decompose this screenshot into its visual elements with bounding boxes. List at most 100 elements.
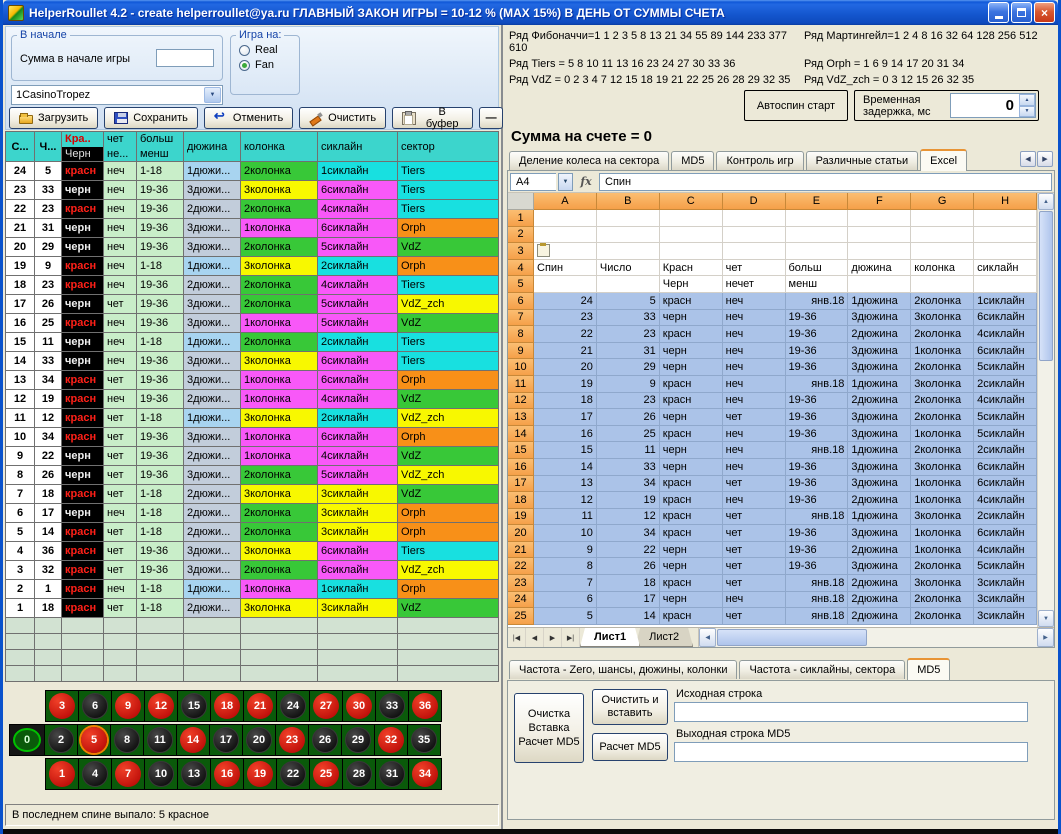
- cell-E10[interactable]: 19-36: [786, 359, 849, 376]
- cell-G1[interactable]: [911, 210, 974, 227]
- board-cell-19[interactable]: 19: [243, 758, 277, 790]
- cell-D12[interactable]: неч: [723, 393, 786, 410]
- row-header-17[interactable]: 17: [508, 476, 534, 493]
- cell-F4[interactable]: дюжина: [848, 260, 911, 277]
- column-header-H[interactable]: H: [974, 193, 1037, 210]
- cell-H13[interactable]: 5сиклайн: [974, 409, 1037, 426]
- cell-B21[interactable]: 22: [597, 542, 660, 559]
- cell-H2[interactable]: [974, 227, 1037, 244]
- cell-C23[interactable]: красн: [660, 575, 723, 592]
- row-header-14[interactable]: 14: [508, 426, 534, 443]
- cell-B14[interactable]: 25: [597, 426, 660, 443]
- cell-E19[interactable]: янв.18: [786, 509, 849, 526]
- board-cell-1[interactable]: 1: [45, 758, 79, 790]
- cell-E9[interactable]: 19-36: [786, 343, 849, 360]
- collapse-button[interactable]: —: [479, 107, 503, 129]
- tab-scroll-left-icon[interactable]: ◀: [1020, 151, 1036, 167]
- cell-C22[interactable]: черн: [660, 558, 723, 575]
- radio-fan[interactable]: Fan: [239, 59, 299, 71]
- cell-E20[interactable]: 19-36: [786, 525, 849, 542]
- column-header-D[interactable]: D: [723, 193, 786, 210]
- cell-D13[interactable]: чет: [723, 409, 786, 426]
- cell-D8[interactable]: неч: [723, 326, 786, 343]
- cell-H25[interactable]: 3сиклайн: [974, 608, 1037, 625]
- copy-to-buffer-button[interactable]: В буфер: [392, 107, 473, 129]
- board-cell-21[interactable]: 21: [243, 690, 277, 722]
- board-cell-32[interactable]: 32: [374, 724, 408, 756]
- tab-md5[interactable]: MD5: [907, 658, 950, 680]
- cell-C20[interactable]: красн: [660, 525, 723, 542]
- cell-D24[interactable]: неч: [723, 592, 786, 609]
- cell-A10[interactable]: 20: [534, 359, 597, 376]
- row-header-15[interactable]: 15: [508, 442, 534, 459]
- cell-B3[interactable]: [597, 243, 660, 260]
- cell-H21[interactable]: 4сиклайн: [974, 542, 1037, 559]
- cell-C5[interactable]: Черн: [660, 276, 723, 293]
- cell-B5[interactable]: [597, 276, 660, 293]
- board-cell-23[interactable]: 23: [275, 724, 309, 756]
- cell-A22[interactable]: 8: [534, 558, 597, 575]
- paste-options-icon[interactable]: [537, 244, 550, 257]
- cell-C19[interactable]: красн: [660, 509, 723, 526]
- cell-A7[interactable]: 23: [534, 310, 597, 327]
- select-all-corner[interactable]: [508, 193, 534, 210]
- spinner-up-button[interactable]: ▲: [1019, 94, 1035, 106]
- cell-D2[interactable]: [723, 227, 786, 244]
- cell-H18[interactable]: 4сиклайн: [974, 492, 1037, 509]
- cell-E6[interactable]: янв.18: [786, 293, 849, 310]
- cell-B16[interactable]: 33: [597, 459, 660, 476]
- cell-E13[interactable]: 19-36: [786, 409, 849, 426]
- board-cell-29[interactable]: 29: [341, 724, 375, 756]
- cell-F9[interactable]: 3дюжина: [848, 343, 911, 360]
- autospin-start-button[interactable]: Автоспин старт: [744, 90, 848, 121]
- cell-G10[interactable]: 2колонка: [911, 359, 974, 376]
- chevron-down-icon[interactable]: ▼: [204, 87, 221, 103]
- board-cell-33[interactable]: 33: [375, 690, 409, 722]
- board-cell-3[interactable]: 3: [45, 690, 79, 722]
- cell-A11[interactable]: 19: [534, 376, 597, 393]
- cell-D18[interactable]: неч: [723, 492, 786, 509]
- cell-A3[interactable]: [534, 243, 597, 260]
- cell-G25[interactable]: 2колонка: [911, 608, 974, 625]
- cell-G20[interactable]: 1колонка: [911, 525, 974, 542]
- hscroll-track[interactable]: [868, 628, 1037, 647]
- cell-D22[interactable]: чет: [723, 558, 786, 575]
- cell-H15[interactable]: 2сиклайн: [974, 442, 1037, 459]
- board-cell-20[interactable]: 20: [242, 724, 276, 756]
- formula-input[interactable]: Спин: [599, 173, 1052, 191]
- cell-F2[interactable]: [848, 227, 911, 244]
- board-cell-28[interactable]: 28: [342, 758, 376, 790]
- cell-G14[interactable]: 1колонка: [911, 426, 974, 443]
- row-header-12[interactable]: 12: [508, 393, 534, 410]
- fx-icon[interactable]: fx: [575, 175, 597, 188]
- sheet-first-icon[interactable]: |◀: [508, 628, 526, 647]
- row-header-19[interactable]: 19: [508, 509, 534, 526]
- board-cell-12[interactable]: 12: [144, 690, 178, 722]
- cell-E1[interactable]: [786, 210, 849, 227]
- board-cell-36[interactable]: 36: [408, 690, 442, 722]
- cell-G8[interactable]: 2колонка: [911, 326, 974, 343]
- cell-B19[interactable]: 12: [597, 509, 660, 526]
- md5-output-input[interactable]: [674, 742, 1028, 762]
- cell-C1[interactable]: [660, 210, 723, 227]
- row-header-21[interactable]: 21: [508, 542, 534, 559]
- row-header-25[interactable]: 25: [508, 608, 534, 625]
- cell-D14[interactable]: неч: [723, 426, 786, 443]
- excel-vertical-scrollbar[interactable]: ▲ ▼: [1037, 193, 1054, 627]
- cell-D25[interactable]: чет: [723, 608, 786, 625]
- cell-F8[interactable]: 2дюжина: [848, 326, 911, 343]
- cell-E15[interactable]: янв.18: [786, 442, 849, 459]
- board-cell-10[interactable]: 10: [144, 758, 178, 790]
- save-button[interactable]: Сохранить: [104, 107, 198, 129]
- cell-F16[interactable]: 3дюжина: [848, 459, 911, 476]
- cell-C3[interactable]: [660, 243, 723, 260]
- cell-C14[interactable]: красн: [660, 426, 723, 443]
- scroll-right-icon[interactable]: ▶: [1037, 628, 1054, 647]
- cell-H9[interactable]: 6сиклайн: [974, 343, 1037, 360]
- cell-E2[interactable]: [786, 227, 849, 244]
- cell-A24[interactable]: 6: [534, 592, 597, 609]
- cell-C12[interactable]: красн: [660, 393, 723, 410]
- namebox-dropdown-icon[interactable]: ▼: [558, 173, 573, 191]
- cell-E16[interactable]: 19-36: [786, 459, 849, 476]
- cell-G12[interactable]: 2колонка: [911, 393, 974, 410]
